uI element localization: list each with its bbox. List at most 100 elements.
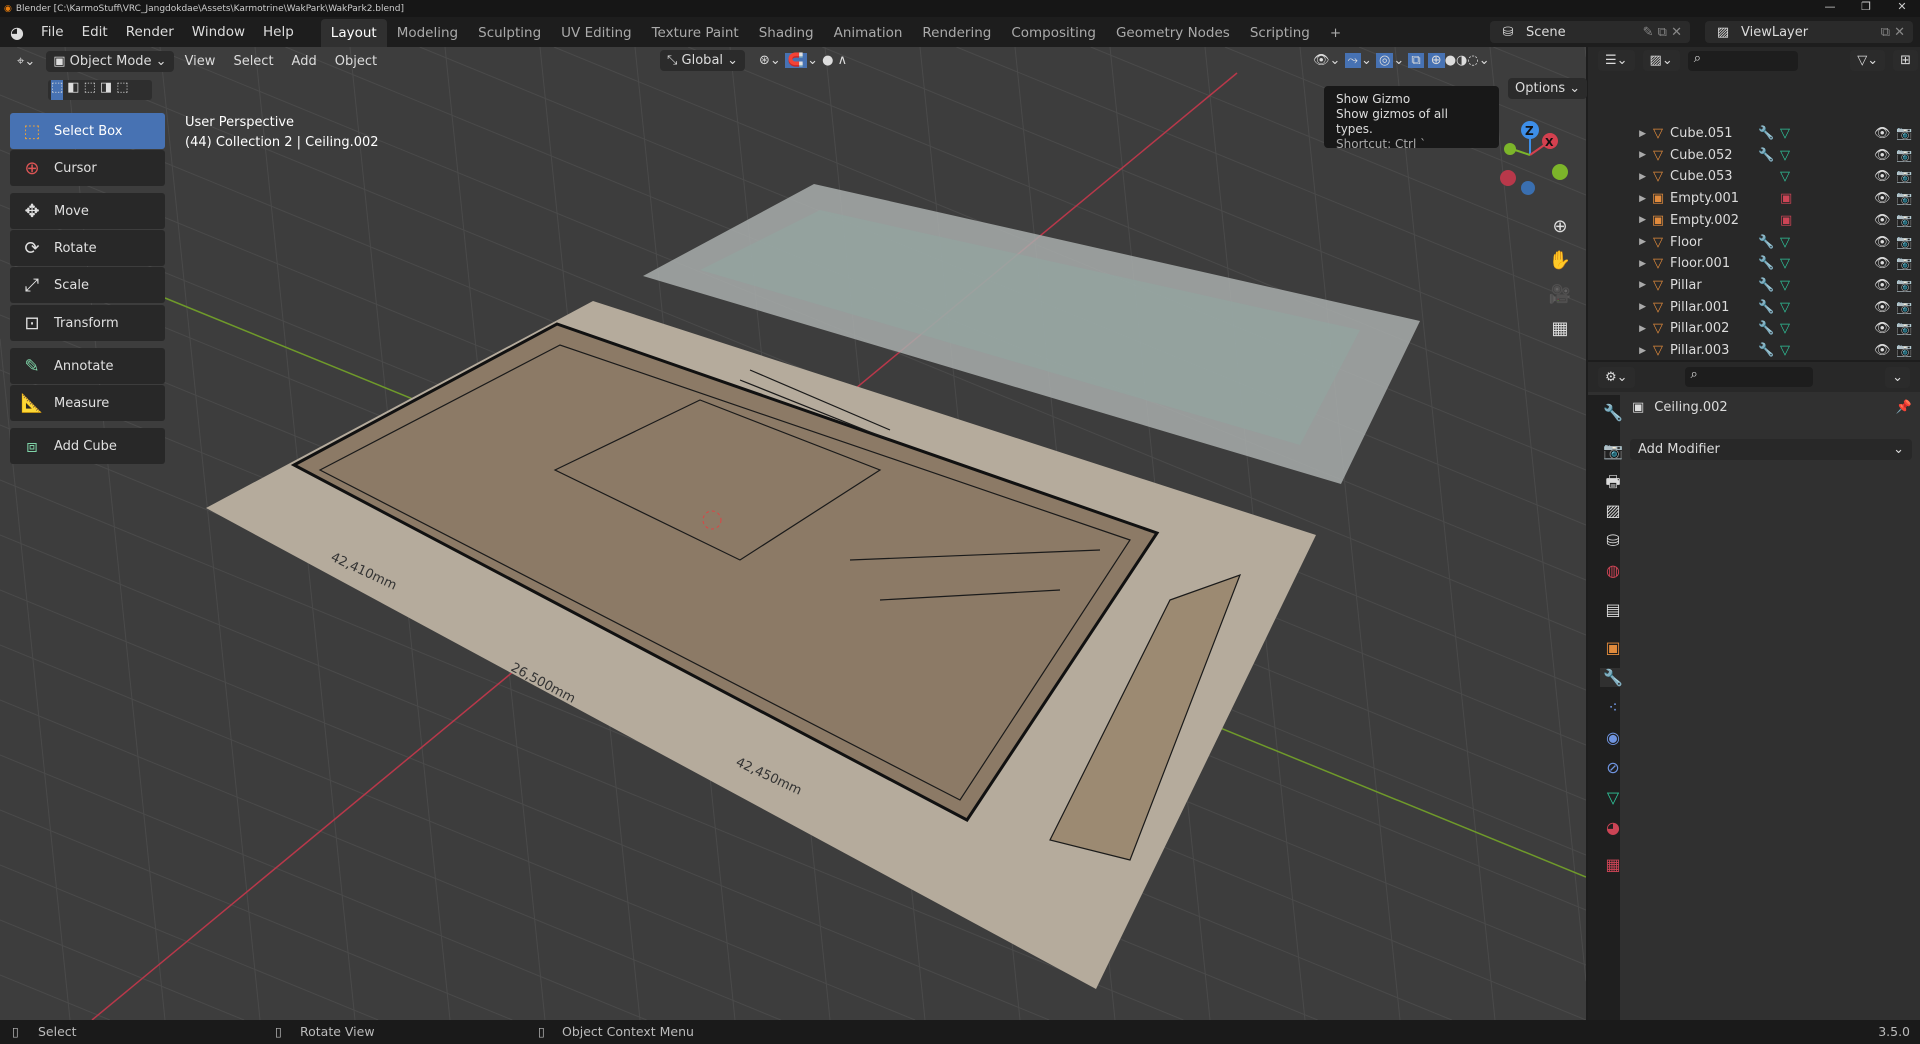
eye-icon[interactable]: 👁 — [1874, 300, 1896, 315]
xray-toggle[interactable]: ⧉ — [1408, 53, 1424, 68]
camera-render-icon[interactable]: 📷 — [1896, 235, 1920, 250]
expand-arrow-icon[interactable]: ▶ — [1588, 324, 1646, 334]
selection-mode-buttons[interactable]: ⬚ ◧ ⬚ ◨ ⬚ — [48, 80, 152, 100]
camera-render-icon[interactable]: 📷 — [1896, 213, 1920, 228]
tab-modeling[interactable]: Modeling — [387, 19, 468, 47]
filter-dropdown[interactable]: ▽⌄ — [1850, 50, 1886, 71]
camera-render-icon[interactable]: 📷 — [1896, 148, 1920, 163]
expand-arrow-icon[interactable]: ▶ — [1588, 302, 1646, 312]
particles-tab-icon[interactable]: ⁖ — [1600, 698, 1626, 717]
expand-arrow-icon[interactable]: ▶ — [1588, 172, 1646, 182]
zoom-icon[interactable]: ⊕ — [1546, 210, 1574, 244]
collection-tab-icon[interactable]: ▤ — [1600, 600, 1626, 619]
eye-icon[interactable]: 👁 — [1874, 343, 1896, 358]
outliner-item[interactable]: ▶ ▽ Pillar.002 🔧 ▽ 👁 📷 — [1588, 318, 1920, 339]
tool-rotate[interactable]: ⟳ Rotate — [10, 230, 165, 266]
eye-icon[interactable]: 👁 — [1874, 256, 1896, 271]
tool-cursor[interactable]: ⊕ Cursor — [10, 150, 165, 186]
tab-animation[interactable]: Animation — [824, 19, 913, 47]
modifier-wrench-icon[interactable]: 🔧 — [1758, 343, 1780, 358]
expand-arrow-icon[interactable]: ▶ — [1588, 280, 1646, 290]
navigation-gizmo[interactable]: Z X — [1490, 115, 1580, 200]
physics-tab-icon[interactable]: ◉ — [1600, 728, 1626, 747]
render-tab-icon[interactable]: 📷 — [1600, 441, 1626, 460]
modifier-wrench-icon[interactable]: 🔧 — [1758, 126, 1780, 141]
show-gizmo-toggle[interactable]: ⤳ — [1344, 53, 1361, 68]
camera-render-icon[interactable]: 📷 — [1896, 343, 1920, 358]
output-tab-icon[interactable]: 🖶 — [1600, 471, 1626, 498]
mesh-data-icon[interactable]: ▽ — [1780, 278, 1802, 293]
tool-add-cube[interactable]: ⧈ Add Cube — [10, 428, 165, 464]
tool-annotate[interactable]: ✎ Annotate — [10, 348, 165, 384]
tab-sculpting[interactable]: Sculpting — [468, 19, 551, 47]
outliner-item[interactable]: ▶ ▣ Empty.001 ▣ 👁 📷 — [1588, 188, 1920, 209]
modifier-wrench-icon[interactable]: 🔧 — [1758, 321, 1780, 336]
visibility-gizmo-overlay-controls[interactable]: 👁⌄ ⤳ ⌄ ◎ ⌄ ⧉ ⊕ ●◑◌⌄ — [1306, 50, 1497, 71]
outliner-item[interactable]: ▶ ▽ Cube.053 ▽ 👁 📷 — [1588, 166, 1920, 187]
expand-arrow-icon[interactable]: ▶ — [1588, 346, 1646, 356]
menu-add[interactable]: Add — [285, 51, 324, 72]
menu-object[interactable]: Object — [328, 51, 384, 72]
wireframe-shading[interactable]: ⊕ — [1427, 53, 1445, 68]
camera-render-icon[interactable]: 📷 — [1896, 300, 1920, 315]
mode-dropdown[interactable]: ▣ Object Mode ⌄ — [46, 50, 174, 72]
display-mode-dropdown[interactable]: ☰⌄ — [1598, 50, 1635, 71]
camera-render-icon[interactable]: 📷 — [1896, 191, 1920, 206]
world-tab-icon[interactable]: ◍ — [1600, 561, 1626, 580]
camera-view-icon[interactable]: 🎥 — [1546, 278, 1574, 312]
properties-editor-type[interactable]: ⚙⌄ — [1598, 366, 1635, 388]
tab-layout[interactable]: Layout — [320, 19, 387, 47]
image-data-icon[interactable]: ▣ — [1780, 191, 1802, 206]
eye-icon[interactable]: 👁 — [1874, 191, 1896, 206]
view-layer-tab-icon[interactable]: ▨ — [1600, 501, 1626, 520]
modifier-wrench-icon[interactable]: 🔧 — [1758, 278, 1780, 293]
tab-texture-paint[interactable]: Texture Paint — [642, 19, 749, 47]
properties-search-input[interactable]: ⌕ — [1684, 367, 1813, 387]
view-layer-filter-dropdown[interactable]: ▨⌄ — [1642, 50, 1680, 71]
outliner-item[interactable]: ▶ ▽ Floor 🔧 ▽ 👁 📷 — [1588, 232, 1920, 253]
mesh-data-icon[interactable]: ▽ — [1780, 321, 1802, 336]
menu-window[interactable]: Window — [183, 24, 254, 40]
tab-shading[interactable]: Shading — [749, 19, 824, 47]
blender-menu-icon[interactable]: ◕ — [0, 23, 32, 42]
expand-arrow-icon[interactable]: ▶ — [1588, 215, 1646, 225]
menu-render[interactable]: Render — [117, 24, 183, 40]
eye-icon[interactable]: 👁 — [1874, 148, 1896, 163]
tool-move[interactable]: ✥ Move — [10, 193, 165, 229]
minimize-button[interactable]: — — [1812, 0, 1848, 13]
editor-type-button[interactable]: ⌖⌄ — [10, 51, 42, 72]
eye-icon[interactable]: 👁 — [1874, 278, 1896, 293]
camera-render-icon[interactable]: 📷 — [1896, 169, 1920, 184]
expand-arrow-icon[interactable]: ▶ — [1588, 194, 1646, 204]
snap-pivot-controls[interactable]: ⊛⌄ 🧲 ⌄ ● ∧ — [752, 50, 854, 71]
tool-transform[interactable]: ⊡ Transform — [10, 305, 165, 341]
mesh-data-icon[interactable]: ▽ — [1780, 169, 1802, 184]
new-collection-button[interactable]: ⊞ — [1893, 50, 1918, 71]
outliner-item[interactable]: ▶ ▽ Cube.051 🔧 ▽ 👁 📷 — [1588, 123, 1920, 144]
outliner-item[interactable]: ▶ ▽ Pillar.001 🔧 ▽ 👁 📷 — [1588, 297, 1920, 318]
mesh-data-icon[interactable]: ▽ — [1780, 148, 1802, 163]
object-tab-icon[interactable]: ▣ — [1600, 638, 1626, 657]
maximize-button[interactable]: ❐ — [1848, 0, 1884, 13]
menu-file[interactable]: File — [32, 24, 73, 40]
close-button[interactable]: ✕ — [1884, 0, 1920, 13]
mesh-data-icon[interactable]: ▽ — [1780, 256, 1802, 271]
scene-tab-icon[interactable]: ⛁ — [1600, 531, 1626, 550]
tab-uv-editing[interactable]: UV Editing — [551, 19, 641, 47]
camera-render-icon[interactable]: 📷 — [1896, 126, 1920, 141]
pin-icon[interactable]: 📌 — [1896, 400, 1912, 415]
tab-scripting[interactable]: Scripting — [1240, 19, 1320, 47]
expand-arrow-icon[interactable]: ▶ — [1588, 150, 1646, 160]
properties-options-dropdown[interactable]: ⌄ — [1885, 366, 1910, 388]
ortho-grid-icon[interactable]: ▦ — [1546, 312, 1574, 346]
orientation-dropdown[interactable]: ⤡ Global ⌄ — [660, 50, 746, 71]
view-layer-selector[interactable]: ▨ ViewLayer ⧉ ✕ — [1705, 21, 1913, 43]
camera-render-icon[interactable]: 📷 — [1896, 256, 1920, 271]
menu-edit[interactable]: Edit — [73, 24, 117, 40]
camera-render-icon[interactable]: 📷 — [1896, 321, 1920, 336]
expand-arrow-icon[interactable]: ▶ — [1588, 259, 1646, 269]
material-tab-icon[interactable]: ◕ — [1600, 818, 1626, 837]
image-data-icon[interactable]: ▣ — [1780, 213, 1802, 228]
tool-tab-icon[interactable]: 🔧 — [1600, 403, 1626, 422]
constraints-tab-icon[interactable]: ⊘ — [1600, 758, 1626, 777]
